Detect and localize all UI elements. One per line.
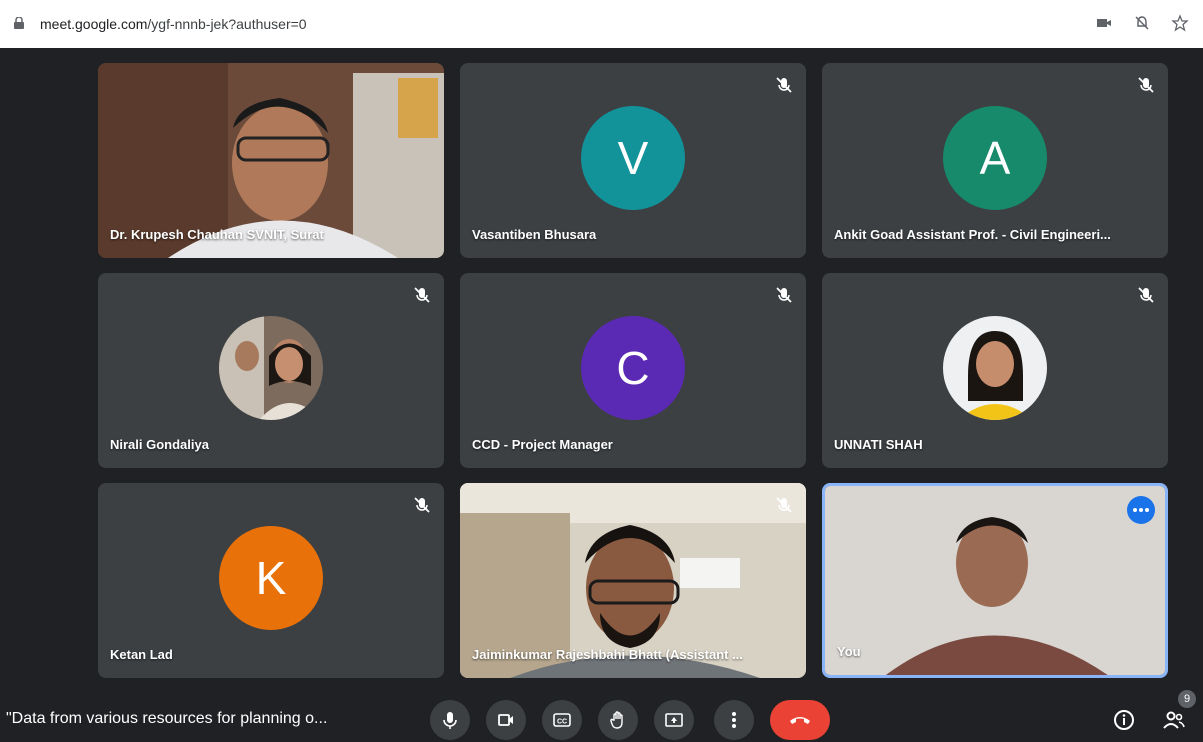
present-icon xyxy=(665,713,683,727)
raise-hand-icon xyxy=(610,711,623,729)
participant-name: You xyxy=(837,644,861,659)
url-text[interactable]: meet.google.com/ygf-nnnb-jek?authuser=0 xyxy=(40,16,307,32)
participant-count-badge: 9 xyxy=(1178,690,1196,708)
participant-name: Ankit Goad Assistant Prof. - Civil Engin… xyxy=(834,227,1111,242)
participant-name: Dr. Krupesh Chauhan SVNIT, Surat xyxy=(110,227,324,242)
more-horiz-icon xyxy=(1133,508,1149,512)
camera-indicator-icon[interactable] xyxy=(1095,14,1113,32)
participant-name: Jaiminkumar Rajeshbahi Bhatt (Assistant … xyxy=(472,647,743,662)
participant-name: Nirali Gondaliya xyxy=(110,437,209,452)
mic-off-icon xyxy=(776,77,792,93)
mic-button[interactable] xyxy=(430,700,470,740)
svg-text:CC: CC xyxy=(557,719,567,726)
more-vert-icon xyxy=(732,712,736,728)
people-icon[interactable] xyxy=(1162,708,1186,732)
present-button[interactable] xyxy=(654,700,694,740)
captions-icon: CC xyxy=(553,713,571,727)
participant-tile-ccd[interactable]: C CCD - Project Manager xyxy=(460,273,806,468)
camera-button[interactable] xyxy=(486,700,526,740)
participant-tile-unnati[interactable]: UNNATI SHAH xyxy=(822,273,1168,468)
end-call-button[interactable] xyxy=(770,700,830,740)
url-path: /ygf-nnnb-jek?authuser=0 xyxy=(147,16,307,32)
participant-name: UNNATI SHAH xyxy=(834,437,923,452)
participant-tile-vasantiben[interactable]: V Vasantiben Bhusara xyxy=(460,63,806,258)
video-feed xyxy=(825,486,1165,675)
mic-off-icon xyxy=(776,287,792,303)
avatar: A xyxy=(943,105,1047,210)
captions-button[interactable]: CC xyxy=(542,700,582,740)
participant-tile-krupesh[interactable]: Dr. Krupesh Chauhan SVNIT, Surat xyxy=(98,63,444,258)
info-icon[interactable] xyxy=(1112,708,1136,732)
more-options-button[interactable] xyxy=(1127,496,1155,524)
url-host: meet.google.com xyxy=(40,16,148,32)
participant-tile-ankit[interactable]: A Ankit Goad Assistant Prof. - Civil Eng… xyxy=(822,63,1168,258)
lock-icon xyxy=(14,17,24,29)
mic-off-icon xyxy=(1138,77,1154,93)
participant-tile-ketan[interactable]: K Ketan Lad xyxy=(98,483,444,678)
participant-tile-nirali[interactable]: Nirali Gondaliya xyxy=(98,273,444,468)
mic-off-icon xyxy=(414,497,430,513)
browser-address-bar[interactable]: meet.google.com/ygf-nnnb-jek?authuser=0 xyxy=(0,0,1203,48)
participant-name: Vasantiben Bhusara xyxy=(472,227,597,242)
profile-photo xyxy=(943,315,1047,420)
meeting-title[interactable]: "Data from various resources for plannin… xyxy=(6,710,327,728)
camera-icon xyxy=(498,714,513,726)
mic-off-icon xyxy=(1138,287,1154,303)
mic-icon xyxy=(443,712,457,729)
end-call-icon xyxy=(790,717,810,724)
raise-hand-button[interactable] xyxy=(598,700,638,740)
avatar: K xyxy=(219,525,323,630)
avatar: C xyxy=(581,315,685,420)
notifications-off-icon[interactable] xyxy=(1133,14,1151,32)
participant-name: Ketan Lad xyxy=(110,647,173,662)
profile-photo xyxy=(219,315,323,420)
mic-off-icon xyxy=(776,497,792,513)
mic-off-icon xyxy=(414,287,430,303)
avatar: V xyxy=(581,105,685,210)
participant-name: CCD - Project Manager xyxy=(472,437,613,452)
participant-tile-jaiminkumar[interactable]: Jaiminkumar Rajeshbahi Bhatt (Assistant … xyxy=(460,483,806,678)
participant-tile-you[interactable]: You xyxy=(822,483,1168,678)
more-options-menu[interactable] xyxy=(714,700,754,740)
bookmark-star-icon[interactable] xyxy=(1171,14,1189,32)
